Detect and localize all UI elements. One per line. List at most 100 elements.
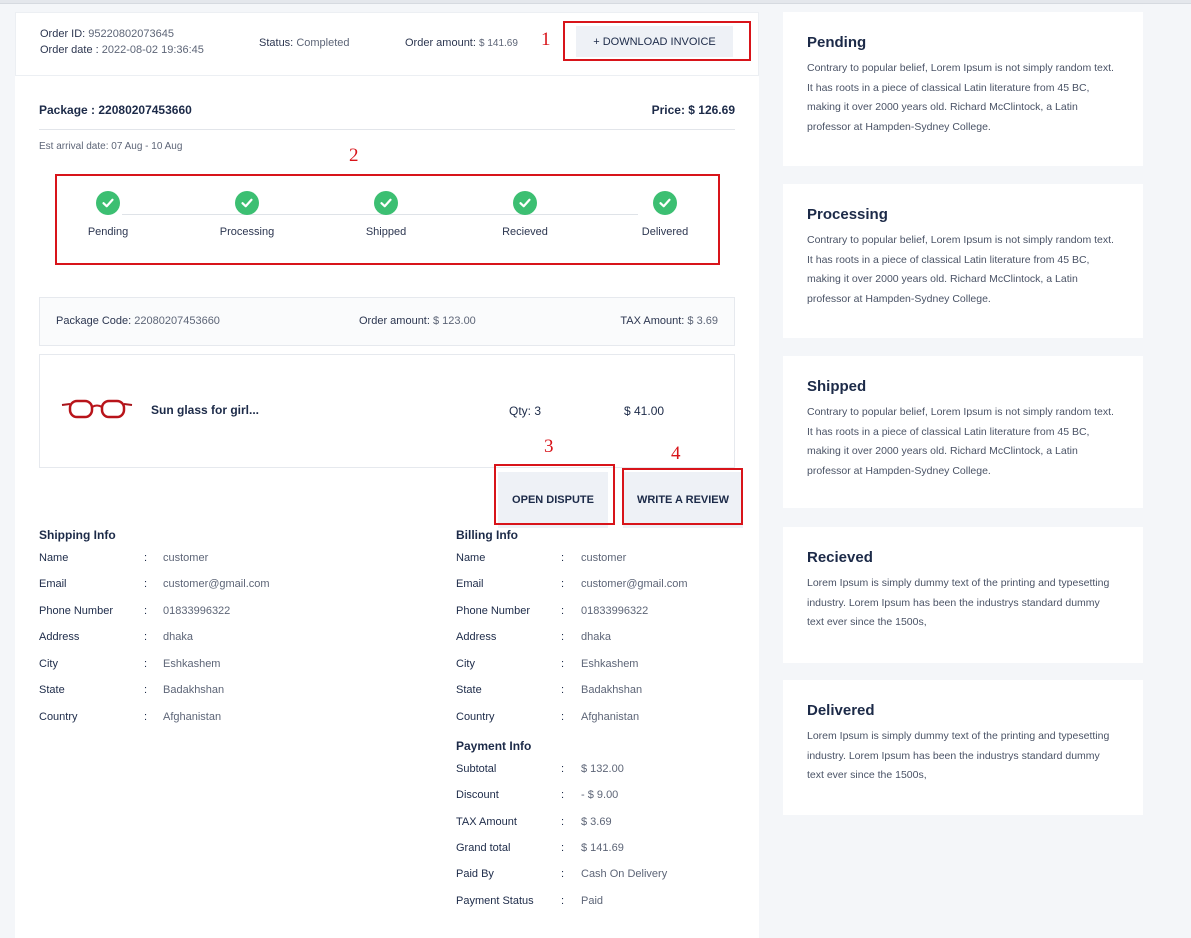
billing-state-label: State [456, 684, 482, 696]
billing-city-label: City [456, 658, 475, 670]
billing-name-value: customer [581, 552, 627, 564]
colon: : [561, 684, 565, 696]
annotation-number-2: 2 [349, 145, 359, 166]
billing-address-label: Address [456, 631, 497, 643]
payment-paid-by-label: Paid By [456, 868, 494, 880]
colon: : [561, 605, 565, 617]
colon: : [144, 605, 148, 617]
colon: : [144, 631, 148, 643]
package-code: Package Code: 22080207453660 [56, 315, 220, 327]
colon: : [561, 763, 565, 775]
colon: : [561, 631, 565, 643]
status-card-title: Pending [807, 34, 867, 51]
status-card-text: Contrary to popular belief, Lorem Ipsum … [807, 406, 1114, 477]
colon: : [561, 789, 565, 801]
package-tax-value: $ 3.69 [687, 315, 718, 327]
shipping-country-label: Country [39, 711, 78, 723]
payment-status-value: Paid [581, 895, 604, 907]
order-id: Order ID: 95220802073645 [40, 28, 174, 40]
billing-phone-label: Phone Number [456, 605, 530, 617]
status-card-processing: Processing Contrary to popular belief, L… [783, 184, 1143, 338]
shipping-email-label: Email [39, 578, 67, 590]
colon: : [144, 711, 148, 723]
colon: : [561, 711, 565, 723]
status-card-recieved: Recieved Lorem Ipsum is simply dummy tex… [783, 527, 1143, 663]
status-card-text: Contrary to popular belief, Lorem Ipsum … [807, 62, 1114, 133]
colon: : [144, 552, 148, 564]
annotation-box-1 [563, 21, 751, 61]
package-title: Package : 22080207453660 [39, 103, 192, 117]
billing-country-value: Afghanistan [581, 711, 640, 723]
status-card-pending: Pending Contrary to popular belief, Lore… [783, 12, 1143, 166]
annotation-box-4 [622, 468, 743, 525]
shipping-address-value: dhaka [163, 631, 193, 643]
payment-tax-value: $ 3.69 [581, 816, 612, 828]
billing-state-value: Badakhshan [581, 684, 643, 696]
shipping-name-value: customer [163, 552, 209, 564]
payment-subtotal-label: Subtotal [456, 763, 497, 775]
billing-email-label: Email [456, 578, 484, 590]
colon: : [561, 816, 565, 828]
billing-city-value: Eshkashem [581, 658, 639, 670]
shipping-address-label: Address [39, 631, 80, 643]
status-card-title: Processing [807, 206, 888, 223]
item-name[interactable]: Sun glass for girl... [151, 403, 259, 417]
order-date: Order date : 2022-08-02 19:36:45 [40, 44, 204, 56]
annotation-box-3 [494, 464, 615, 525]
payment-grand-total-label: Grand total [456, 842, 511, 854]
status-card-title: Shipped [807, 378, 867, 395]
item-qty: Qty: 3 [509, 404, 542, 418]
shipping-city-label: City [39, 658, 58, 670]
shipping-phone-label: Phone Number [39, 605, 113, 617]
package-code-bar: Package Code: 22080207453660 Order amoun… [39, 297, 735, 346]
colon: : [144, 658, 148, 670]
billing-phone-value: 01833996322 [581, 605, 649, 617]
payment-subtotal-value: $ 132.00 [581, 763, 624, 775]
shipping-info-title: Shipping Info [39, 528, 116, 542]
colon: : [561, 842, 565, 854]
colon: : [561, 895, 565, 907]
package-code-label: Package Code: [56, 315, 132, 327]
order-amount-value: $ 141.69 [478, 38, 518, 49]
shipping-city-value: Eshkashem [163, 658, 221, 670]
order-date-label: Order date : [40, 44, 99, 56]
colon: : [561, 552, 565, 564]
shipping-state-value: Badakhshan [163, 684, 225, 696]
package-amount-label: Order amount: [359, 315, 430, 327]
colon: : [561, 658, 565, 670]
colon: : [561, 578, 565, 590]
payment-paid-by-value: Cash On Delivery [581, 868, 668, 880]
payment-grand-total-value: $ 141.69 [581, 842, 624, 854]
billing-country-label: Country [456, 711, 495, 723]
payment-discount-label: Discount [456, 789, 499, 801]
shipping-country-value: Afghanistan [163, 711, 222, 723]
order-status: Status: Completed [259, 37, 350, 49]
billing-email-value: customer@gmail.com [581, 578, 688, 590]
shipping-phone-value: 01833996322 [163, 605, 231, 617]
order-amount-label: Order amount: [405, 37, 476, 49]
annotation-box-2 [55, 174, 720, 265]
order-id-value: 95220802073645 [88, 28, 174, 40]
item-price: $ 41.00 [624, 404, 665, 418]
package-amount-value: $ 123.00 [432, 315, 476, 327]
colon: : [144, 578, 148, 590]
status-card-title: Delivered [807, 702, 875, 719]
order-status-label: Status: [259, 37, 294, 49]
package-code-value: 22080207453660 [134, 315, 220, 327]
annotation-number-1: 1 [541, 29, 551, 50]
colon: : [561, 868, 565, 880]
annotation-number-4: 4 [671, 443, 681, 464]
status-card-delivered: Delivered Lorem Ipsum is simply dummy te… [783, 680, 1143, 815]
status-card-shipped: Shipped Contrary to popular belief, Lore… [783, 356, 1143, 508]
shipping-state-label: State [39, 684, 65, 696]
status-card-text: Lorem Ipsum is simply dummy text of the … [807, 730, 1110, 781]
glasses-icon [60, 398, 134, 427]
colon: : [144, 684, 148, 696]
payment-status-label: Payment Status [456, 895, 534, 907]
payment-tax-label: TAX Amount [456, 816, 517, 828]
payment-discount-value: - $ 9.00 [581, 789, 619, 801]
order-status-value: Completed [296, 37, 350, 49]
billing-name-label: Name [456, 552, 486, 564]
payment-info-title: Payment Info [456, 739, 532, 753]
billing-info-title: Billing Info [456, 528, 518, 542]
